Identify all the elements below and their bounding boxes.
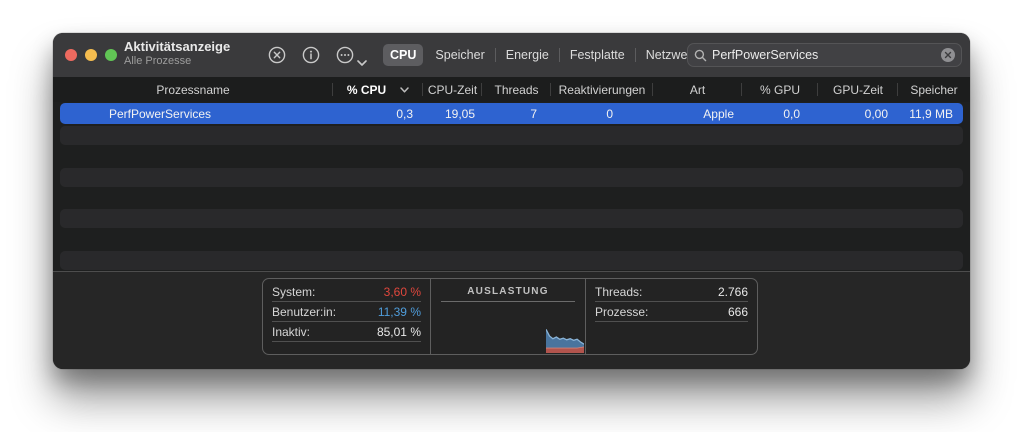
table-body: PerfPowerServices 0,3 19,05 7 0 Apple 0,… [53, 102, 970, 271]
process-speicher: 11,9 MB [909, 106, 953, 121]
tab-festplatte[interactable]: Festplatte [561, 44, 634, 66]
info-icon [302, 46, 320, 64]
column-header-gpu-zeit[interactable]: GPU-Zeit [818, 77, 898, 102]
table-row-empty[interactable] [53, 167, 970, 188]
stat-row-inaktiv: Inaktiv: 85,01 % [272, 322, 421, 342]
view-tabs: CPU Speicher Energie Festplatte Netzwerk [383, 43, 707, 67]
column-header-gpu[interactable]: % GPU [742, 77, 818, 102]
process-reaktivierungen: 0 [606, 106, 613, 121]
column-header-reaktivierungen[interactable]: Reaktivierungen [551, 77, 653, 102]
stat-value: 85,01 % [376, 324, 421, 339]
tab-speicher[interactable]: Speicher [426, 44, 493, 66]
column-header-cpu-zeit[interactable]: CPU-Zeit [423, 77, 482, 102]
stat-row-benutzer: Benutzer:in: 11,39 % [272, 302, 421, 322]
graph-title: AUSLASTUNG [467, 286, 549, 297]
cpu-stats-panel: System: 3,60 % Benutzer:in: 11,39 % Inak… [262, 278, 758, 355]
stat-label: Threads: [595, 284, 643, 299]
column-header-art[interactable]: Art [653, 77, 742, 102]
process-gpu: 0,0 [783, 106, 800, 121]
quit-process-button[interactable] [268, 46, 286, 64]
ellipsis-circle-icon [336, 46, 354, 64]
table-header: Prozessname % CPU CPU-Zeit Threads Reakt… [53, 77, 970, 102]
close-window-button[interactable] [65, 49, 77, 61]
sort-descending-icon [400, 86, 409, 93]
stat-value: 3,60 % [383, 284, 421, 299]
column-header-speicher[interactable]: Speicher [898, 77, 970, 102]
stat-label: Prozesse: [595, 304, 649, 319]
column-header-cpu[interactable]: % CPU [333, 77, 423, 102]
minimize-window-button[interactable] [85, 49, 97, 61]
search-icon [694, 49, 707, 62]
inspect-process-button[interactable] [302, 46, 320, 64]
tab-divider [558, 48, 560, 62]
process-name: PerfPowerServices [109, 106, 212, 121]
chevron-down-icon[interactable] [357, 53, 367, 71]
stat-value: 11,39 % [377, 304, 421, 319]
title-block: Aktivitätsanzeige Alle Prozesse [124, 39, 230, 69]
stat-value: 2.766 [717, 284, 748, 299]
table-row-empty[interactable] [53, 229, 970, 250]
stat-row-system: System: 3,60 % [272, 282, 421, 302]
table-row-empty[interactable] [53, 208, 970, 229]
stat-label: Benutzer:in: [272, 304, 337, 319]
titlebar: Aktivitätsanzeige Alle Prozesse CPU Spei… [53, 33, 970, 78]
window-subtitle: Alle Prozesse [124, 55, 192, 68]
process-cpu-time: 19,05 [444, 106, 475, 121]
small-x-icon [944, 51, 952, 59]
activity-monitor-window: Aktivitätsanzeige Alle Prozesse CPU Spei… [53, 33, 970, 369]
table-row-empty[interactable] [53, 146, 970, 167]
clear-search-button[interactable] [941, 48, 955, 62]
cpu-usage-sparkline [546, 329, 584, 353]
stat-label: System: [272, 284, 316, 299]
stat-row-threads: Threads: 2.766 [595, 282, 748, 302]
cpu-load-stats: System: 3,60 % Benutzer:in: 11,39 % Inak… [263, 279, 431, 354]
stat-value: 666 [727, 304, 748, 319]
tab-divider [634, 48, 636, 62]
column-header-threads[interactable]: Threads [482, 77, 551, 102]
column-header-prozessname[interactable]: Prozessname [53, 77, 333, 102]
tab-cpu[interactable]: CPU [383, 44, 424, 66]
process-gpu-time: 0,00 [864, 106, 888, 121]
search-input[interactable] [712, 48, 941, 62]
circle-x-icon [268, 46, 286, 64]
process-threads: 7 [530, 106, 537, 121]
stat-label: Inaktiv: [272, 324, 311, 339]
footer-panel: System: 3,60 % Benutzer:in: 11,39 % Inak… [53, 271, 970, 369]
stat-row-prozesse: Prozesse: 666 [595, 302, 748, 322]
traffic-lights [65, 49, 117, 61]
process-cpu: 0,3 [396, 106, 413, 121]
process-art: Apple [703, 106, 734, 121]
zoom-window-button[interactable] [105, 49, 117, 61]
cpu-usage-graph-section: AUSLASTUNG [431, 279, 586, 354]
table-row-empty[interactable] [53, 188, 970, 209]
table-row-empty[interactable] [53, 125, 970, 146]
tab-energie[interactable]: Energie [497, 44, 558, 66]
table-row-empty[interactable] [53, 250, 970, 271]
more-options-button[interactable] [336, 46, 354, 64]
thread-process-stats: Threads: 2.766 Prozesse: 666 [586, 279, 757, 354]
window-title: Aktivitätsanzeige [124, 39, 231, 54]
tab-divider [494, 48, 496, 62]
tab-divider [424, 48, 425, 62]
table-row-selected[interactable]: PerfPowerServices 0,3 19,05 7 0 Apple 0,… [53, 102, 970, 125]
search-field[interactable] [687, 43, 962, 67]
